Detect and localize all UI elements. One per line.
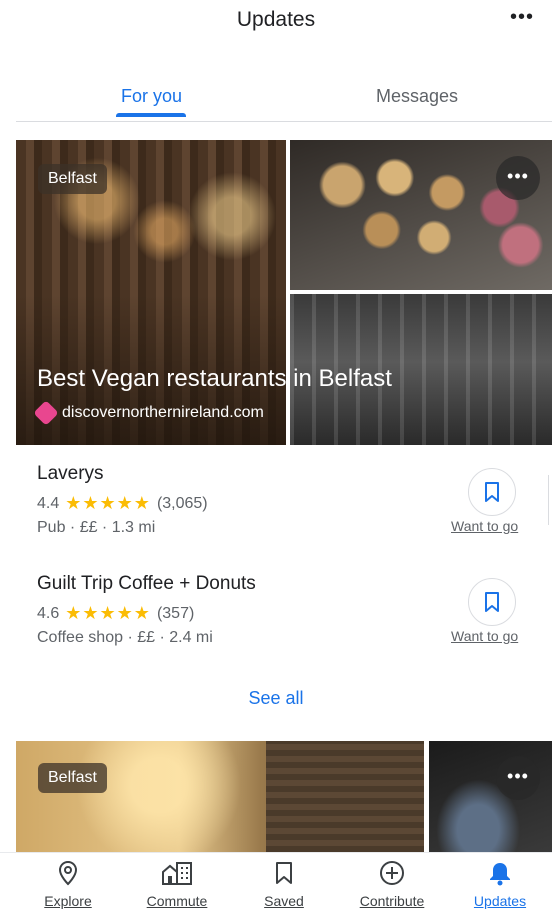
card-source[interactable]: discovernorthernireland.com — [33, 400, 264, 426]
location-chip: Belfast — [38, 763, 107, 793]
tab-for-you[interactable]: For you — [121, 86, 182, 107]
list-card-vegan-restaurants[interactable]: Belfast ••• Best Vegan restaurants in Be… — [16, 140, 552, 445]
place-name: Guilt Trip Coffee + Donuts — [37, 573, 256, 594]
nav-contribute[interactable]: Contribute — [342, 859, 442, 909]
see-all-link[interactable]: See all — [0, 688, 552, 709]
add-circle-icon — [380, 861, 404, 885]
bookmark-icon — [485, 592, 499, 612]
location-chip: Belfast — [38, 164, 107, 194]
place-name: Laverys — [37, 463, 104, 484]
rating-value: 4.4 — [37, 494, 60, 512]
nav-explore[interactable]: Explore — [18, 859, 118, 909]
want-to-go-button[interactable] — [468, 578, 516, 626]
tab-bar: For you Messages — [16, 80, 552, 122]
rating-value: 4.6 — [37, 604, 60, 622]
want-to-go-label[interactable]: Want to go — [451, 518, 518, 534]
bookmark-icon — [485, 482, 499, 502]
want-to-go-label[interactable]: Want to go — [451, 628, 518, 644]
commute-building-icon — [162, 862, 192, 885]
card-more-button[interactable]: ••• — [496, 156, 540, 200]
nav-saved[interactable]: Saved — [234, 859, 334, 909]
bell-icon — [490, 863, 510, 886]
nav-label: Commute — [146, 893, 208, 909]
rating-row: 4.6 ★★★★★ (357) — [37, 603, 537, 624]
nav-label: Explore — [44, 893, 92, 909]
review-count: (357) — [156, 604, 195, 622]
card-source-label: discovernorthernireland.com — [62, 404, 264, 421]
next-item-edge — [548, 475, 552, 525]
location-pin-icon — [58, 860, 78, 886]
restaurant-ceiling-photo — [16, 741, 424, 852]
want-to-go-button[interactable] — [468, 468, 516, 516]
star-rating-icon: ★★★★★ — [65, 493, 151, 513]
review-count: (3,065) — [156, 494, 208, 512]
bookmark-icon — [276, 862, 292, 884]
card-title: Best Vegan restaurants in Belfast — [37, 365, 392, 392]
place-item-laverys[interactable]: Laverys 4.4 ★★★★★ (3,065) Pub · ££ · 1.3… — [37, 463, 537, 553]
restaurant-dark-photo — [429, 741, 552, 852]
nav-updates[interactable]: Updates — [450, 859, 550, 909]
app-header: Updates ••• — [0, 0, 552, 44]
nav-commute[interactable]: Commute — [127, 859, 227, 909]
page-title: Updates — [236, 8, 316, 31]
star-rating-icon: ★★★★★ — [65, 603, 151, 623]
card-more-button[interactable]: ••• — [496, 756, 540, 800]
nav-label: Contribute — [359, 893, 425, 909]
place-item-guilt-trip[interactable]: Guilt Trip Coffee + Donuts 4.6 ★★★★★ (35… — [37, 573, 537, 663]
active-tab-indicator — [116, 113, 186, 117]
discover-ni-logo-icon — [33, 400, 59, 426]
tab-messages[interactable]: Messages — [376, 86, 458, 107]
bottom-navigation: Explore Commute Saved Contribute Updates — [0, 852, 552, 911]
nav-label: Updates — [473, 893, 527, 909]
list-card-second[interactable]: Belfast ••• — [16, 741, 552, 852]
nav-label: Saved — [264, 893, 304, 909]
rating-row: 4.4 ★★★★★ (3,065) — [37, 493, 537, 514]
more-options-button[interactable]: ••• — [510, 6, 534, 29]
